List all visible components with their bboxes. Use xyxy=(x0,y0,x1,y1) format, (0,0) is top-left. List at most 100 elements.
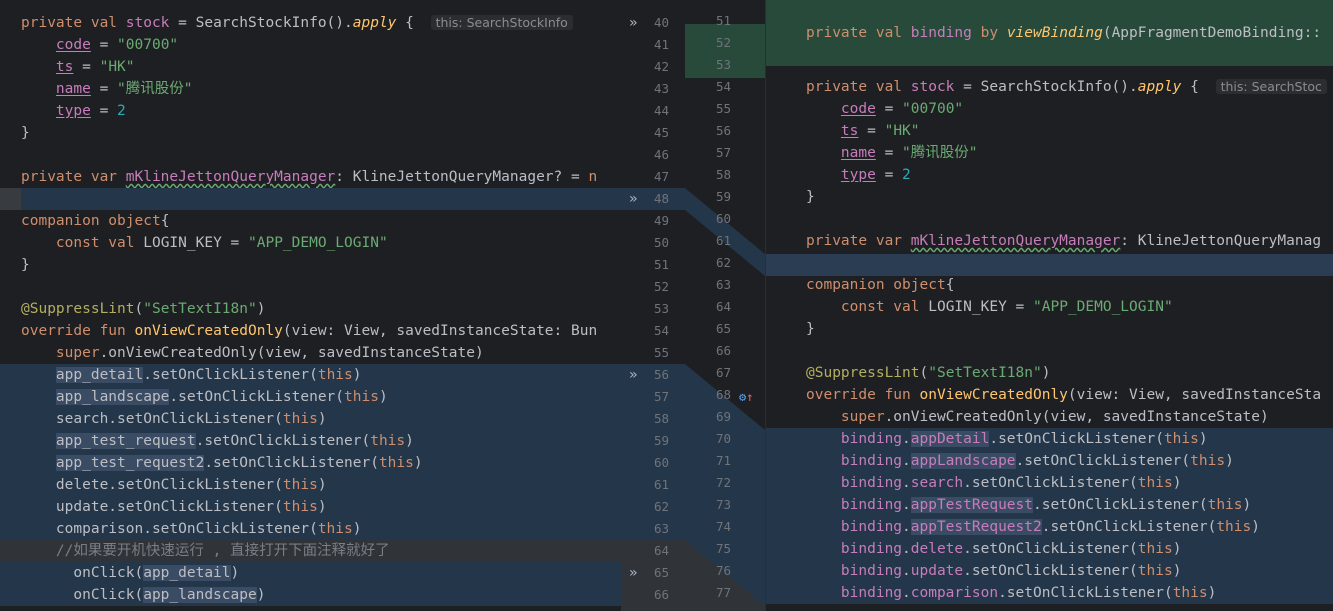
left-line-number: 43 xyxy=(653,81,669,96)
left-line-number: 60 xyxy=(653,455,669,470)
code-line: ts = "HK" xyxy=(55,59,135,75)
right-line-number: 53 xyxy=(715,57,731,72)
left-line-number: 52 xyxy=(653,279,669,294)
added-line: private val binding by viewBinding(AppFr… xyxy=(766,22,1333,44)
code-line: super.onViewCreatedOnly(view, savedInsta… xyxy=(840,409,1269,425)
right-line-number: 62 xyxy=(715,255,731,270)
apply-change-arrow-icon[interactable]: » xyxy=(629,12,637,34)
left-line-number: 44 xyxy=(653,103,669,118)
code-line: private var mKlineJettonQueryManager: Kl… xyxy=(21,169,598,185)
changed-line: onClick(app_landscape) xyxy=(0,584,621,606)
right-line-number: 60 xyxy=(715,211,731,226)
code-line: name = "腾讯股份" xyxy=(55,81,193,97)
right-line-number: 65 xyxy=(715,321,731,336)
right-line-number: 58 xyxy=(715,167,731,182)
code-line: private val stock = SearchStockInfo().ap… xyxy=(766,76,1333,98)
changed-line: binding.update.setOnClickListener(this) xyxy=(766,560,1333,582)
code-line: companion object{ xyxy=(806,277,955,293)
code-line: } xyxy=(21,125,30,141)
code-line: code = "00700" xyxy=(55,37,179,53)
added-line xyxy=(766,44,1333,66)
right-line-number: 70 xyxy=(715,431,731,446)
code-line: const val LOGIN_KEY = "APP_DEMO_LOGIN" xyxy=(55,235,388,251)
code-line: private var mKlineJettonQueryManager: Kl… xyxy=(806,233,1322,249)
comment-line: //如果要开机快速运行 , 直接打开下面注释就好了 xyxy=(0,540,621,562)
left-line-number: 63 xyxy=(653,521,669,536)
right-line-number: 71 xyxy=(715,453,731,468)
changed-line: binding.comparison.setOnClickListener(th… xyxy=(766,582,1333,604)
code-line: name = "腾讯股份" xyxy=(840,145,978,161)
code-line: super.onViewCreatedOnly(view, savedInsta… xyxy=(55,345,484,361)
right-line-number: 55 xyxy=(715,101,731,116)
changed-line: binding.delete.setOnClickListener(this) xyxy=(766,538,1333,560)
changed-line: binding.search.setOnClickListener(this) xyxy=(766,472,1333,494)
changed-line: app_test_request.setOnClickListener(this… xyxy=(0,430,621,452)
right-line-number: 57 xyxy=(715,145,731,160)
added-line xyxy=(766,0,1333,22)
left-line-number: 55 xyxy=(653,345,669,360)
override-marker-icon[interactable]: ⚙↑ xyxy=(739,386,753,408)
left-line-number: 47 xyxy=(653,169,669,184)
code-line: } xyxy=(806,321,815,337)
inlay-hint: this: SearchStockInfo xyxy=(430,15,573,30)
code-line: override fun onViewCreatedOnly(view: Vie… xyxy=(21,323,598,339)
right-line-number: 73 xyxy=(715,497,731,512)
changed-line: comparison.setOnClickListener(this) xyxy=(0,518,621,540)
left-line-number: 51 xyxy=(653,257,669,272)
code-line: @SuppressLint("SetTextI18n") xyxy=(21,301,266,317)
changed-line: binding.appTestRequest2.setOnClickListen… xyxy=(766,516,1333,538)
right-line-number: 76 xyxy=(715,563,731,578)
right-line-number: 63 xyxy=(715,277,731,292)
changed-line: app_landscape.setOnClickListener(this) xyxy=(0,386,621,408)
left-line-number: 54 xyxy=(653,323,669,338)
left-line-number: 66 xyxy=(653,587,669,602)
right-line-number: 59 xyxy=(715,189,731,204)
left-line-number: 49 xyxy=(653,213,669,228)
right-line-number: 75 xyxy=(715,541,731,556)
right-line-number: 51 xyxy=(715,13,731,28)
code-line: override fun onViewCreatedOnly(view: Vie… xyxy=(806,387,1322,403)
code-line: private val stock = SearchStockInfo().ap… xyxy=(0,12,621,34)
left-line-number: 50 xyxy=(653,235,669,250)
right-line-number: 68 xyxy=(715,387,731,402)
left-diff-pane[interactable]: private val stock = SearchStockInfo().ap… xyxy=(0,0,621,611)
right-line-number: 77 xyxy=(715,585,731,600)
diff-gutter[interactable]: 40 41 42 43 44 45 46 47 48 49 50 51 52 53 54 55 56 57 58 59… xyxy=(621,0,765,611)
left-line-number: 41 xyxy=(653,37,669,52)
changed-line: app_test_request2.setOnClickListener(thi… xyxy=(0,452,621,474)
apply-change-arrow-icon[interactable]: » xyxy=(629,188,637,210)
inlay-hint: this: SearchStoc xyxy=(1215,79,1327,94)
code-line: type = 2 xyxy=(840,167,911,183)
left-line-number: 53 xyxy=(653,301,669,316)
left-line-number: 64 xyxy=(653,543,669,558)
right-line-number: 69 xyxy=(715,409,731,424)
right-line-number: 74 xyxy=(715,519,731,534)
right-line-number: 56 xyxy=(715,123,731,138)
changed-line: search.setOnClickListener(this) xyxy=(0,408,621,430)
right-line-number: 52 xyxy=(715,35,731,50)
changed-line: delete.setOnClickListener(this) xyxy=(0,474,621,496)
right-diff-pane[interactable]: private val binding by viewBinding(AppFr… xyxy=(765,0,1333,611)
changed-line: onClick(app_detail) xyxy=(0,562,621,584)
right-line-number: 54 xyxy=(715,79,731,94)
right-line-number: 67 xyxy=(715,365,731,380)
right-line-number: 61 xyxy=(715,233,731,248)
apply-change-arrow-icon[interactable]: » xyxy=(629,562,637,584)
changed-line: binding.appLandscape.setOnClickListener(… xyxy=(766,450,1333,472)
left-line-number: 42 xyxy=(653,59,669,74)
code-line: type = 2 xyxy=(55,103,126,119)
code-line: const val LOGIN_KEY = "APP_DEMO_LOGIN" xyxy=(840,299,1173,315)
code-line: companion object{ xyxy=(21,213,170,229)
changed-line xyxy=(0,188,621,210)
changed-line: binding.appDetail.setOnClickListener(thi… xyxy=(766,428,1333,450)
apply-change-arrow-icon[interactable]: » xyxy=(629,364,637,386)
changed-line xyxy=(766,254,1333,276)
code-line: } xyxy=(806,189,815,205)
left-line-number: 61 xyxy=(653,477,669,492)
left-line-number: 58 xyxy=(653,411,669,426)
changed-line: binding.appTestRequest.setOnClickListene… xyxy=(766,494,1333,516)
left-line-number: 59 xyxy=(653,433,669,448)
left-line-number: 62 xyxy=(653,499,669,514)
right-line-number: 66 xyxy=(715,343,731,358)
changed-line: app_detail.setOnClickListener(this) xyxy=(0,364,621,386)
